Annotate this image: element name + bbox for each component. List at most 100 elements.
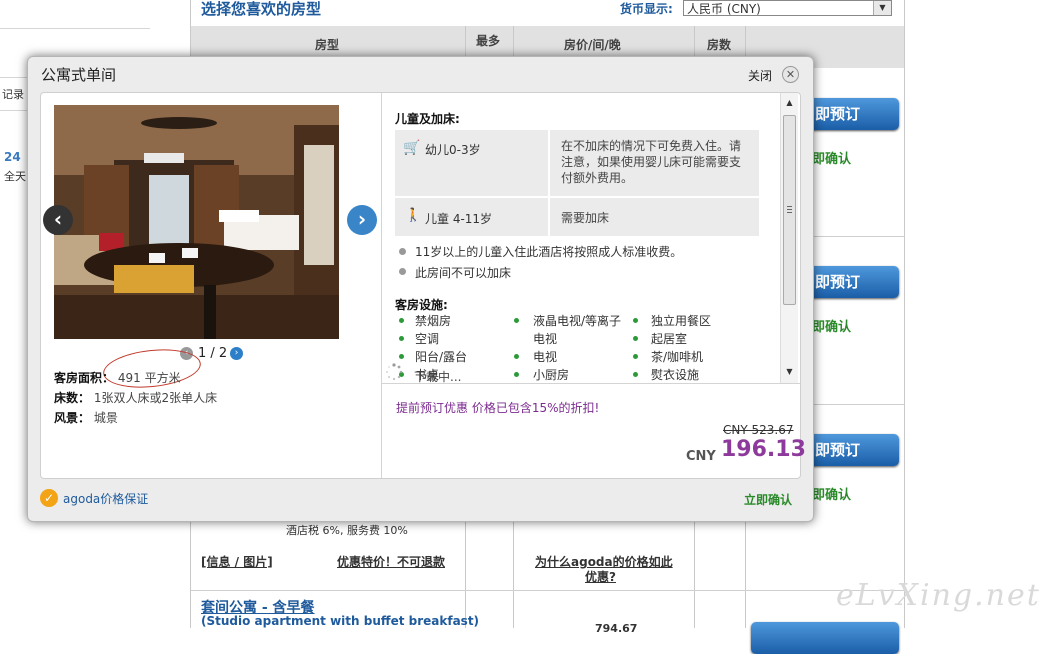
instant-confirm-label: 即确认 [812, 152, 852, 167]
instant-confirm-label: 即确认 [812, 320, 852, 335]
bullet [633, 372, 638, 377]
modal-title: 公寓式单间 [41, 66, 117, 84]
divider [382, 383, 800, 384]
facility-item: 茶/咖啡机 [651, 350, 704, 364]
child-icon: 🚶 [405, 208, 422, 223]
policy-note: 11岁以上的儿童入住此酒店将按照成人标准收费。 [415, 245, 683, 259]
children-row-text: 在不加床的情况下可免费入住。请注意，如果使用婴儿床可能需要支付额外费用。 [561, 139, 742, 185]
currency-value: 人民币 (CNY) [687, 2, 761, 16]
table-row: 🚶 儿童 4-11岁 需要加床 [395, 198, 759, 236]
instant-confirm-label: 即确认 [812, 488, 852, 503]
currency-select[interactable]: 人民币 (CNY) ▼ [683, 0, 892, 16]
room-beds: 床数： 1张双人床或2张单人床 [54, 389, 217, 406]
area-value: 491 平方米 [117, 371, 181, 385]
price-guarantee-link[interactable]: agoda价格保证 [63, 490, 148, 507]
facility-item: 液晶电视/等离子 [533, 314, 622, 328]
column-divider [904, 0, 905, 628]
room-view: 风景： 城景 [54, 409, 118, 426]
beds-label: 床数： [54, 391, 91, 405]
info-link[interactable]: [信息 / 图片] [201, 553, 273, 570]
watermark: eLvXing.net [836, 578, 1040, 613]
children-heading: 儿童及加床: [395, 112, 460, 126]
next-room-price: 794.67 [595, 622, 638, 635]
left-text: 记录 [2, 88, 24, 101]
room-details-modal: 公寓式单间 关闭 ✕ ‹ › ‹ 1 / 2 › 客房面积： 491 平方米 床… [27, 56, 814, 522]
beds-value: 1张双人床或2张单人床 [93, 391, 218, 405]
instant-confirm-label: 立即确认 [744, 493, 793, 507]
bullet [514, 372, 519, 377]
why-link-2[interactable]: 优惠? [585, 568, 616, 585]
chevron-down-icon[interactable]: ▼ [873, 1, 891, 15]
tax-note: 酒店税 6%, 服务费 10% [286, 524, 408, 537]
section-title: 选择您喜欢的房型 [201, 0, 322, 18]
promo-link[interactable]: 优惠特价！不可退款 [337, 553, 445, 570]
view-label: 风景： [54, 411, 91, 425]
room-photo [54, 105, 339, 339]
loading-spinner-icon [386, 363, 403, 381]
children-row-text: 需要加床 [561, 211, 610, 225]
facility-item: 空调 [415, 332, 440, 346]
bullet [399, 248, 406, 255]
facility-item: 独立用餐区 [651, 314, 712, 328]
facility-item: 熨衣设施 [651, 368, 700, 382]
facility-item: 禁烟房 [415, 314, 452, 328]
table-cell: 🚶 儿童 4-11岁 [395, 198, 550, 236]
policy-note: 此房间不可以加床 [415, 266, 512, 280]
bullet [399, 354, 404, 359]
price-currency: CNY [686, 449, 716, 464]
header-price: 房价/间/晚 [564, 38, 621, 52]
close-icon[interactable]: ✕ [782, 66, 799, 83]
facility-item: 起居室 [651, 332, 688, 346]
header-rooms: 房数 [707, 38, 732, 52]
bullet [633, 354, 638, 359]
book-now-button[interactable] [751, 622, 899, 654]
divider [0, 28, 150, 29]
checkmark-badge-icon: ✓ [40, 489, 58, 507]
next-photo-arrow-icon[interactable]: › [347, 205, 377, 235]
left-number: 24 [4, 150, 21, 164]
header-room-type: 房型 [315, 38, 340, 52]
table-row: 🛒 幼儿0-3岁 在不加床的情况下可免费入住。请注意，如果使用婴儿床可能需要支付… [395, 130, 759, 196]
bullet [399, 336, 404, 341]
header-max-guests: 最多 [476, 34, 501, 48]
next-room-subtitle: (Studio apartment with buffet breakfast) [201, 614, 480, 628]
scroll-up-icon[interactable]: ▲ [781, 95, 798, 111]
bullet [514, 354, 519, 359]
room-info-scroll-area[interactable]: 儿童及加床: 🛒 幼儿0-3岁 在不加床的情况下可免费入住。请注意，如果使用婴儿… [382, 93, 799, 383]
original-price: CNY 523.67 [723, 423, 794, 437]
grip-line [787, 209, 792, 210]
promo-text: 提前预订优惠 价格已包含15%的折扣! [396, 401, 600, 415]
row-divider [191, 590, 905, 591]
children-row-label: 儿童 4-11岁 [425, 212, 493, 226]
room-photo-image [54, 105, 339, 339]
pager-next-icon[interactable]: › [230, 347, 243, 360]
bullet [633, 318, 638, 323]
table-cell: 🛒 幼儿0-3岁 [395, 130, 550, 196]
photo-pager: 1 / 2 [198, 346, 228, 361]
bullet [633, 336, 638, 341]
facilities-heading: 客房设施: [395, 298, 448, 312]
area-label: 客房面积： [54, 371, 115, 385]
discounted-price: 196.13 [721, 437, 806, 462]
children-row-label: 幼儿0-3岁 [425, 143, 481, 157]
bullet [399, 268, 406, 275]
view-value: 城景 [93, 411, 118, 425]
vertical-scrollbar[interactable]: ▲ ▼ [780, 93, 798, 383]
left-text: 全天 [4, 170, 26, 183]
facility-item: 阳台/露台 [415, 350, 468, 364]
previous-photo-arrow-icon[interactable]: ‹ [43, 205, 73, 235]
scrollbar-thumb[interactable] [783, 115, 796, 305]
grip-line [787, 212, 792, 213]
facility-item: 电视 [533, 332, 558, 346]
facility-item: 电视 [533, 350, 558, 364]
close-label[interactable]: 关闭 [748, 67, 772, 84]
currency-label: 货币显示: [620, 2, 673, 16]
room-area: 客房面积： 491 平方米 [54, 369, 181, 386]
grip-line [787, 206, 792, 207]
stroller-icon: 🛒 [403, 140, 421, 156]
bullet [399, 318, 404, 323]
modal-content: ‹ › ‹ 1 / 2 › 客房面积： 491 平方米 床数： 1张双人床或2张… [40, 92, 806, 479]
facility-item: 小厨房 [533, 368, 570, 382]
scroll-down-icon[interactable]: ▼ [781, 364, 798, 380]
bullet [514, 318, 519, 323]
